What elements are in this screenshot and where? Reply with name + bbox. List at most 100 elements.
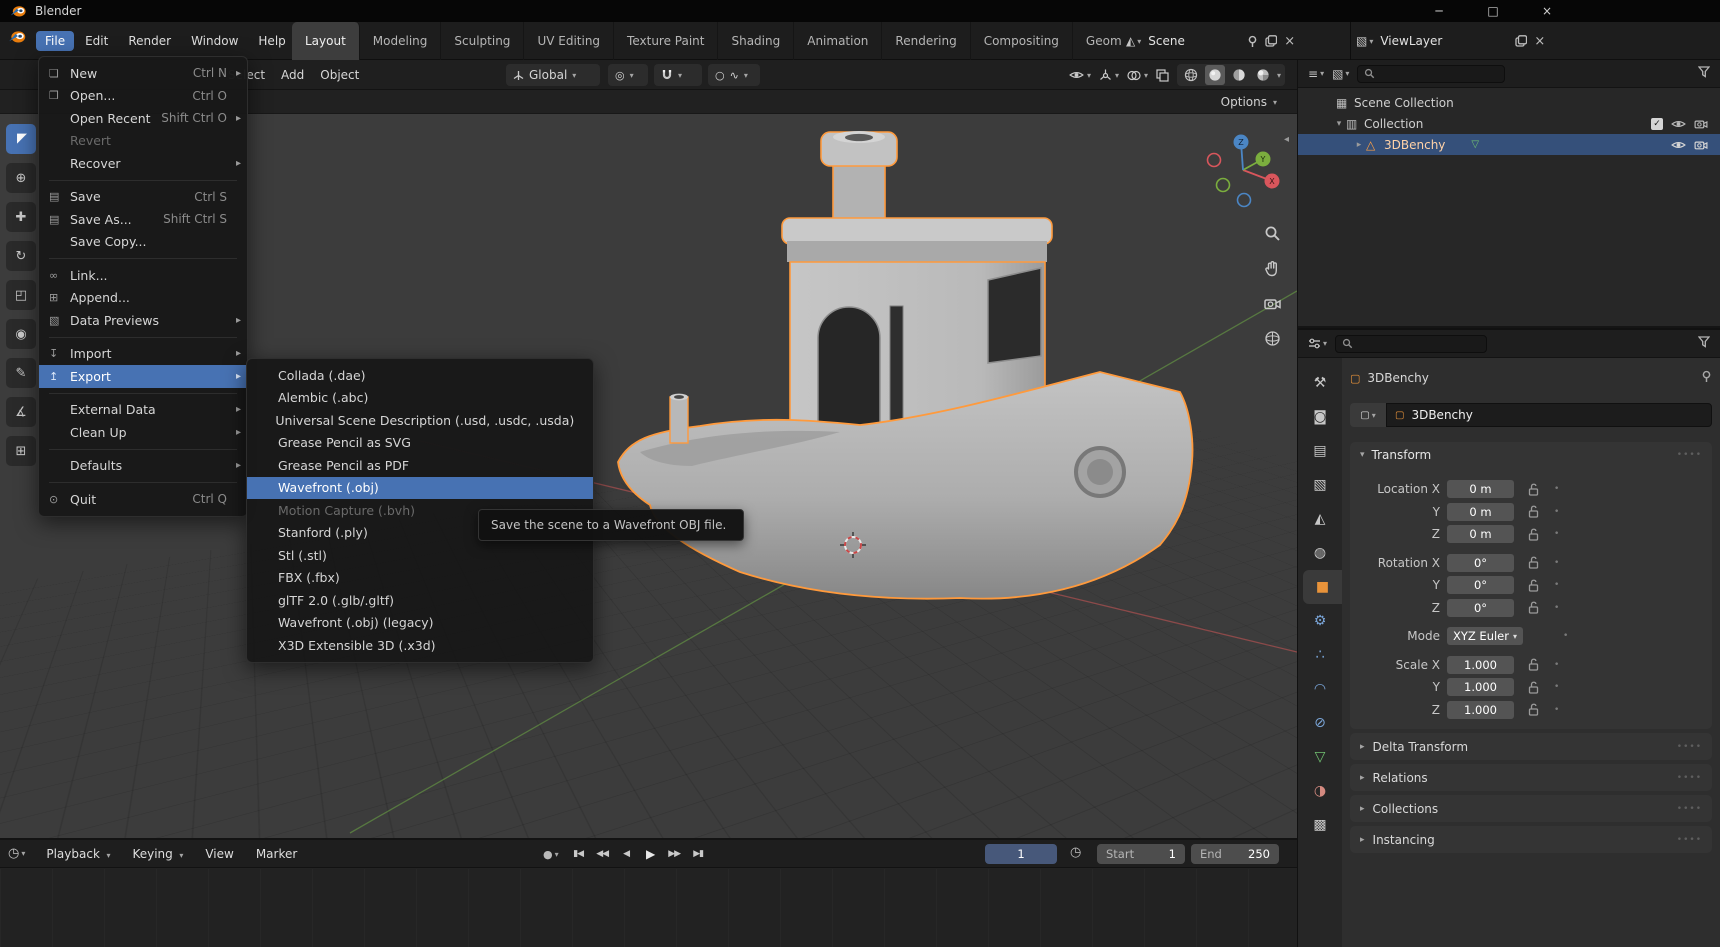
file-menu-item-import[interactable]: ↧Import▸ xyxy=(39,343,247,366)
export-menu-item-alembic-abc[interactable]: Alembic (.abc) xyxy=(247,387,593,410)
display-mode-dropdown[interactable]: ▧▾ xyxy=(1332,67,1349,81)
menu-object[interactable]: Object xyxy=(320,68,359,82)
properties-tab-particles[interactable]: ∴ xyxy=(1298,638,1342,672)
file-menu-item-defaults[interactable]: Defaults▸ xyxy=(39,455,247,478)
properties-tab-tool[interactable]: ⚒ xyxy=(1298,366,1342,400)
disable-in-renders-camera-icon[interactable] xyxy=(1694,118,1708,129)
play-button[interactable]: ▶ xyxy=(639,844,662,864)
jump-last-button[interactable]: ▶▮ xyxy=(687,844,710,864)
new-scene-icon[interactable] xyxy=(1265,35,1277,47)
panel-relations[interactable]: ▸Relations•••• xyxy=(1350,764,1712,791)
next-keyframe-button[interactable]: ▶▶ xyxy=(663,844,686,864)
lock-button[interactable] xyxy=(1522,601,1544,614)
panel-instancing[interactable]: ▸Instancing•••• xyxy=(1350,826,1712,853)
pin-id-button[interactable] xyxy=(1701,370,1712,386)
camera-view-button[interactable] xyxy=(1258,289,1286,317)
file-menu-item-open[interactable]: ❒Open...Ctrl O xyxy=(39,85,247,108)
outliner-row-scene-collection[interactable]: ▦ Scene Collection xyxy=(1298,92,1720,113)
field-z[interactable]: 0° xyxy=(1447,599,1514,617)
frame-start-field[interactable]: Start 1 xyxy=(1097,844,1185,864)
editor-type-dropdown[interactable]: ◷▾ xyxy=(8,846,25,861)
shading-wireframe-button[interactable] xyxy=(1181,65,1201,85)
file-menu-item-new[interactable]: ❏NewCtrl N▸ xyxy=(39,62,247,85)
toggle-perspective-button[interactable] xyxy=(1258,324,1286,352)
animate-decorator-dot[interactable]: • xyxy=(1554,529,1559,539)
export-menu-item-fbx-fbx[interactable]: FBX (.fbx) xyxy=(247,567,593,590)
tool-measure[interactable]: ∡ xyxy=(6,397,36,427)
properties-tab-output[interactable]: ▤ xyxy=(1298,434,1342,468)
preview-range-clock-icon[interactable]: ◷ xyxy=(1070,845,1081,860)
file-menu-item-save[interactable]: ▤SaveCtrl S xyxy=(39,186,247,209)
object-id-dropdown[interactable]: ▢ ▾ xyxy=(1350,403,1386,427)
file-menu-item-append[interactable]: ⊞Append... xyxy=(39,287,247,310)
file-menu-item-quit[interactable]: ⊙QuitCtrl Q xyxy=(39,488,247,511)
tool-rotate[interactable]: ↻ xyxy=(6,241,36,271)
panel-grip-icon[interactable]: •••• xyxy=(1677,835,1702,845)
maximize-button[interactable]: □ xyxy=(1466,0,1520,22)
lock-button[interactable] xyxy=(1522,483,1544,496)
export-menu-item-universal-scene-description-usd-usdc-usda[interactable]: Universal Scene Description (.usd, .usdc… xyxy=(247,409,593,432)
gizmo-z-negative[interactable] xyxy=(1238,194,1251,207)
pivot-point-dropdown[interactable]: ◎ ▾ xyxy=(608,64,648,86)
timeline-menu-marker[interactable]: Marker xyxy=(247,844,306,864)
properties-tab-object[interactable]: ■ xyxy=(1303,570,1342,604)
tab-animation[interactable]: Animation xyxy=(794,22,882,60)
blender-menu-button[interactable] xyxy=(8,30,26,43)
timeline-track-area[interactable] xyxy=(0,869,1297,947)
breadcrumb-object-name[interactable]: 3DBenchy xyxy=(1367,371,1428,385)
sidebar-toggle-arrow[interactable]: ◂ xyxy=(1284,134,1289,145)
tool-tweak[interactable]: ◤ xyxy=(6,124,36,154)
xray-toggle[interactable] xyxy=(1156,69,1169,82)
file-menu-item-save-copy[interactable]: Save Copy... xyxy=(39,231,247,254)
tab-geometry-nodes[interactable]: Geometry Nodes xyxy=(1073,22,1122,60)
file-menu-item-export[interactable]: ↥Export▸ xyxy=(39,365,247,388)
field-scale-x[interactable]: 1.000 xyxy=(1447,656,1514,674)
outliner-row-3dbenchy[interactable]: ▸ △ 3DBenchy ▽ xyxy=(1298,134,1720,155)
shading-material-button[interactable] xyxy=(1229,65,1249,85)
gizmo-y-negative[interactable] xyxy=(1217,179,1230,192)
tool-transform[interactable]: ◉ xyxy=(6,319,36,349)
animate-decorator-dot[interactable]: • xyxy=(1554,580,1559,590)
object-name-field[interactable]: ▢ 3DBenchy xyxy=(1386,403,1712,427)
disclosure-triangle-icon[interactable]: ▾ xyxy=(1332,119,1346,129)
field-y[interactable]: 1.000 xyxy=(1447,678,1514,696)
animate-decorator-dot[interactable]: • xyxy=(1554,660,1559,670)
animate-decorator-dot[interactable]: • xyxy=(1554,484,1559,494)
view-layer-dropdown-button[interactable]: ▧▾ xyxy=(1356,34,1373,48)
animate-decorator-dot[interactable]: • xyxy=(1554,705,1559,715)
menu-render[interactable]: Render xyxy=(119,31,180,51)
tab-sculpting[interactable]: Sculpting xyxy=(441,22,524,60)
options-dropdown[interactable]: Options ▾ xyxy=(1213,93,1285,111)
close-button[interactable]: × xyxy=(1520,0,1574,22)
lock-button[interactable] xyxy=(1522,556,1544,569)
file-menu-item-data-previews[interactable]: ▧Data Previews▸ xyxy=(39,309,247,332)
filter-dropdown[interactable] xyxy=(1698,336,1710,351)
gizmo-x-negative[interactable] xyxy=(1208,154,1221,167)
menu-file[interactable]: File xyxy=(36,31,74,51)
field-rotation-x[interactable]: 0° xyxy=(1447,554,1514,572)
tab-shading[interactable]: Shading xyxy=(718,22,794,60)
lock-button[interactable] xyxy=(1522,505,1544,518)
tab-layout[interactable]: Layout xyxy=(292,22,360,60)
properties-tab-physics[interactable]: ◠ xyxy=(1298,672,1342,706)
timeline-menu-view[interactable]: View xyxy=(196,844,242,864)
file-menu-item-open-recent[interactable]: Open RecentShift Ctrl O▸ xyxy=(39,107,247,130)
export-menu-item-x3d-extensible-3d-x3d[interactable]: X3D Extensible 3D (.x3d) xyxy=(247,634,593,657)
snap-dropdown[interactable]: ▾ xyxy=(654,64,702,86)
lock-button[interactable] xyxy=(1522,703,1544,716)
object-visibility-dropdown[interactable]: ▾ xyxy=(1069,70,1091,80)
field-z[interactable]: 0 m xyxy=(1447,525,1514,543)
menu-add[interactable]: Add xyxy=(281,68,304,82)
properties-tab-modifiers[interactable]: ⚙ xyxy=(1298,604,1342,638)
view-layer-name[interactable]: ViewLayer xyxy=(1380,34,1508,48)
tab-uv-editing[interactable]: UV Editing xyxy=(524,22,614,60)
panel-grip-icon[interactable]: •••• xyxy=(1677,773,1702,783)
properties-tab-render[interactable]: ◙ xyxy=(1298,400,1342,434)
properties-tab-texture[interactable]: ▩ xyxy=(1298,808,1342,842)
editor-type-dropdown[interactable]: ≡▾ xyxy=(1308,67,1324,81)
shading-solid-button[interactable] xyxy=(1205,65,1225,85)
shading-rendered-button[interactable] xyxy=(1253,65,1273,85)
properties-search-input[interactable] xyxy=(1335,335,1487,353)
unlink-scene-icon[interactable]: × xyxy=(1284,34,1295,49)
play-reverse-button[interactable]: ◀ xyxy=(615,844,638,864)
